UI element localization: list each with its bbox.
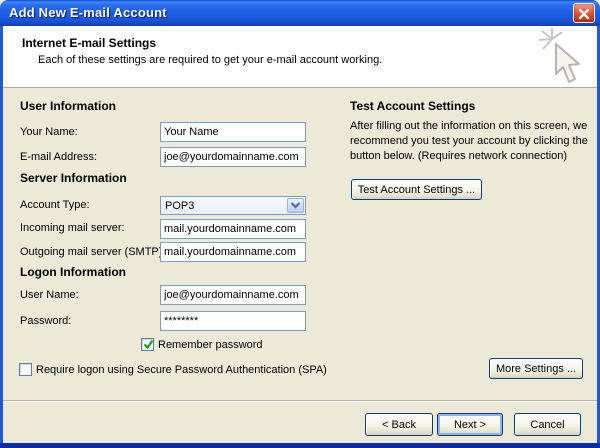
section-test-account-settings: Test Account Settings (350, 99, 476, 113)
window-border-left (0, 26, 3, 448)
your-name-field[interactable] (160, 122, 306, 142)
section-user-information: User Information (20, 99, 117, 113)
account-type-dropdown-button[interactable] (287, 198, 304, 213)
remember-password-checkbox[interactable] (141, 338, 154, 351)
more-settings-button[interactable]: More Settings ... (489, 358, 583, 379)
password-field[interactable] (160, 311, 306, 331)
back-button[interactable]: < Back (365, 413, 433, 436)
account-type-dropdown[interactable]: POP3 (160, 196, 306, 215)
test-settings-description: After filling out the information on thi… (350, 120, 588, 162)
close-icon (574, 8, 594, 20)
spa-label[interactable]: Require logon using Secure Password Auth… (36, 364, 327, 376)
user-name-label: User Name: (20, 289, 79, 301)
section-server-information: Server Information (20, 171, 127, 185)
close-button[interactable] (573, 3, 595, 23)
titlebar[interactable]: Add New E-mail Account (0, 0, 600, 26)
next-button[interactable]: Next > (437, 413, 503, 436)
email-address-field[interactable] (160, 147, 306, 167)
sparkle-cursor-graphic (537, 28, 589, 91)
window-title: Add New E-mail Account (9, 5, 167, 20)
spa-checkbox[interactable] (19, 363, 32, 376)
add-email-account-dialog: Add New E-mail Account Internet E-mail S… (0, 0, 600, 448)
account-type-label: Account Type: (20, 199, 90, 211)
window-border-bottom (0, 443, 600, 448)
header-subtitle: Each of these settings are required to g… (38, 54, 383, 66)
your-name-label: Your Name: (20, 126, 78, 138)
outgoing-server-field[interactable] (160, 242, 306, 262)
section-logon-information: Logon Information (20, 265, 126, 279)
test-account-settings-button[interactable]: Test Account Settings ... (351, 179, 482, 200)
password-label: Password: (20, 315, 72, 327)
remember-password-label[interactable]: Remember password (158, 339, 263, 351)
incoming-server-label: Incoming mail server: (20, 222, 125, 234)
wizard-header: Internet E-mail Settings Each of these s… (3, 26, 597, 88)
user-name-field[interactable] (160, 285, 306, 305)
chevron-down-icon (288, 202, 303, 209)
header-title: Internet E-mail Settings (22, 36, 157, 50)
incoming-server-field[interactable] (160, 219, 306, 239)
bottom-divider (3, 400, 597, 402)
email-address-label: E-mail Address: (20, 151, 98, 163)
cancel-button[interactable]: Cancel (514, 413, 581, 436)
outgoing-server-label: Outgoing mail server (SMTP): (20, 246, 166, 258)
account-type-value: POP3 (165, 200, 195, 212)
